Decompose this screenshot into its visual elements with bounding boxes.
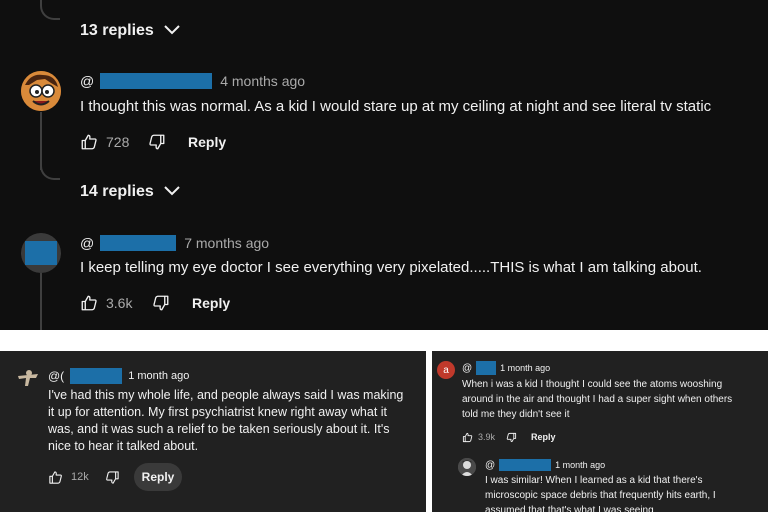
top-comments-panel: 13 replies @ 4 months ago I thought this… — [0, 0, 768, 330]
figure-avatar-icon — [18, 370, 38, 386]
thread-connector — [40, 0, 60, 20]
redacted-username — [70, 368, 123, 384]
comment-text-line: it up for attention. My first psychiatri… — [48, 405, 388, 419]
reply-timestamp[interactable]: 1 month ago — [555, 460, 605, 470]
username-prefix[interactable]: @ — [485, 460, 495, 471]
avatar-letter: a — [443, 364, 449, 376]
cartoon-face-icon — [21, 71, 61, 111]
comment-timestamp[interactable]: 1 month ago — [500, 363, 550, 373]
comment-text: When i was a kid I thought I could see t… — [462, 377, 762, 422]
replies-count-label: 14 replies — [80, 183, 154, 200]
username-prefix[interactable]: @ — [462, 363, 472, 374]
thumbs-down-icon[interactable] — [148, 133, 166, 151]
avatar[interactable] — [16, 368, 40, 392]
comment-text-line: When i was a kid I thought I could see t… — [462, 379, 723, 390]
reply-text-line: I was similar! When I learned as a kid t… — [485, 475, 703, 486]
thumbs-down-icon[interactable] — [152, 294, 170, 312]
comment-text: I've had this my whole life, and people … — [48, 387, 420, 455]
bottom-left-comment-panel: @( 1 month ago I've had this my whole li… — [0, 351, 426, 512]
thread-connector — [40, 160, 60, 180]
redacted-username — [499, 459, 552, 471]
username-prefix[interactable]: @ — [80, 235, 94, 251]
username-prefix[interactable]: @( — [48, 369, 64, 383]
redacted-username — [100, 235, 177, 251]
like-count: 3.6k — [106, 295, 133, 311]
comment-header: @ 1 month ago — [462, 360, 550, 376]
avatar[interactable] — [458, 458, 476, 476]
comment-text: I thought this was normal. As a kid I wo… — [80, 98, 712, 115]
comment-timestamp[interactable]: 1 month ago — [128, 370, 189, 382]
comment-text-line: was, and it was such a relief to be take… — [48, 422, 390, 436]
bottom-right-comment-panel: a @ 1 month ago When i was a kid I thoug… — [432, 351, 768, 512]
reply-header: @ 1 month ago — [485, 457, 605, 473]
comment-timestamp[interactable]: 7 months ago — [184, 235, 269, 251]
reply-button[interactable]: Reply — [134, 463, 182, 491]
person-avatar-icon — [458, 458, 476, 476]
thumbs-up-icon[interactable] — [462, 432, 473, 443]
chevron-down-icon — [164, 183, 180, 201]
reply-text: I was similar! When I learned as a kid t… — [485, 473, 765, 512]
chevron-down-icon — [164, 22, 180, 40]
reply-button[interactable]: Reply — [188, 134, 226, 150]
comment-actions: 728 Reply — [80, 132, 226, 152]
like-count: 12k — [71, 471, 89, 483]
avatar[interactable]: a — [437, 361, 455, 379]
like-count: 3.9k — [478, 432, 496, 442]
reply-button[interactable]: Reply — [192, 295, 230, 311]
comment-header: @ 4 months ago — [80, 71, 305, 91]
redacted-username — [100, 73, 213, 89]
avatar[interactable] — [21, 233, 61, 273]
avatar[interactable] — [21, 71, 61, 111]
reply-button[interactable]: Reply — [531, 432, 556, 442]
comment-header: @ 7 months ago — [80, 233, 269, 253]
replies-toggle[interactable]: 14 replies — [80, 183, 180, 201]
replies-count-label: 13 replies — [80, 22, 154, 39]
thumbs-down-icon[interactable] — [105, 470, 120, 485]
username-prefix[interactable]: @ — [80, 73, 94, 89]
comment-actions: 3.9k Reply — [462, 430, 556, 444]
thumbs-up-icon[interactable] — [48, 470, 63, 485]
comment-actions: 12k Reply — [48, 463, 182, 491]
redacted-username — [476, 361, 497, 375]
thumbs-up-icon[interactable] — [80, 294, 98, 312]
comment-text-line: I've had this my whole life, and people … — [48, 388, 404, 402]
comment-text-line: around in the air and thought I had a su… — [462, 394, 733, 405]
comment-text-line: nice to hear it talked about. — [48, 439, 199, 453]
comment-text-line: told me they didn't see it — [462, 409, 570, 420]
thumbs-down-icon[interactable] — [506, 432, 517, 443]
reply-text-line: assumed that that's what I was seeing — [485, 505, 654, 512]
redacted-avatar-icon — [21, 233, 61, 273]
comment-actions: 3.6k Reply — [80, 293, 230, 313]
thumbs-up-icon[interactable] — [80, 133, 98, 151]
replies-toggle[interactable]: 13 replies — [80, 22, 180, 40]
reply-text-line: microscopic space debris that frequently… — [485, 490, 716, 501]
like-count: 728 — [106, 134, 130, 150]
thread-line — [40, 272, 42, 330]
comment-timestamp[interactable]: 4 months ago — [220, 73, 305, 89]
comment-text: I keep telling my eye doctor I see every… — [80, 259, 702, 276]
comment-header: @( 1 month ago — [48, 367, 189, 385]
